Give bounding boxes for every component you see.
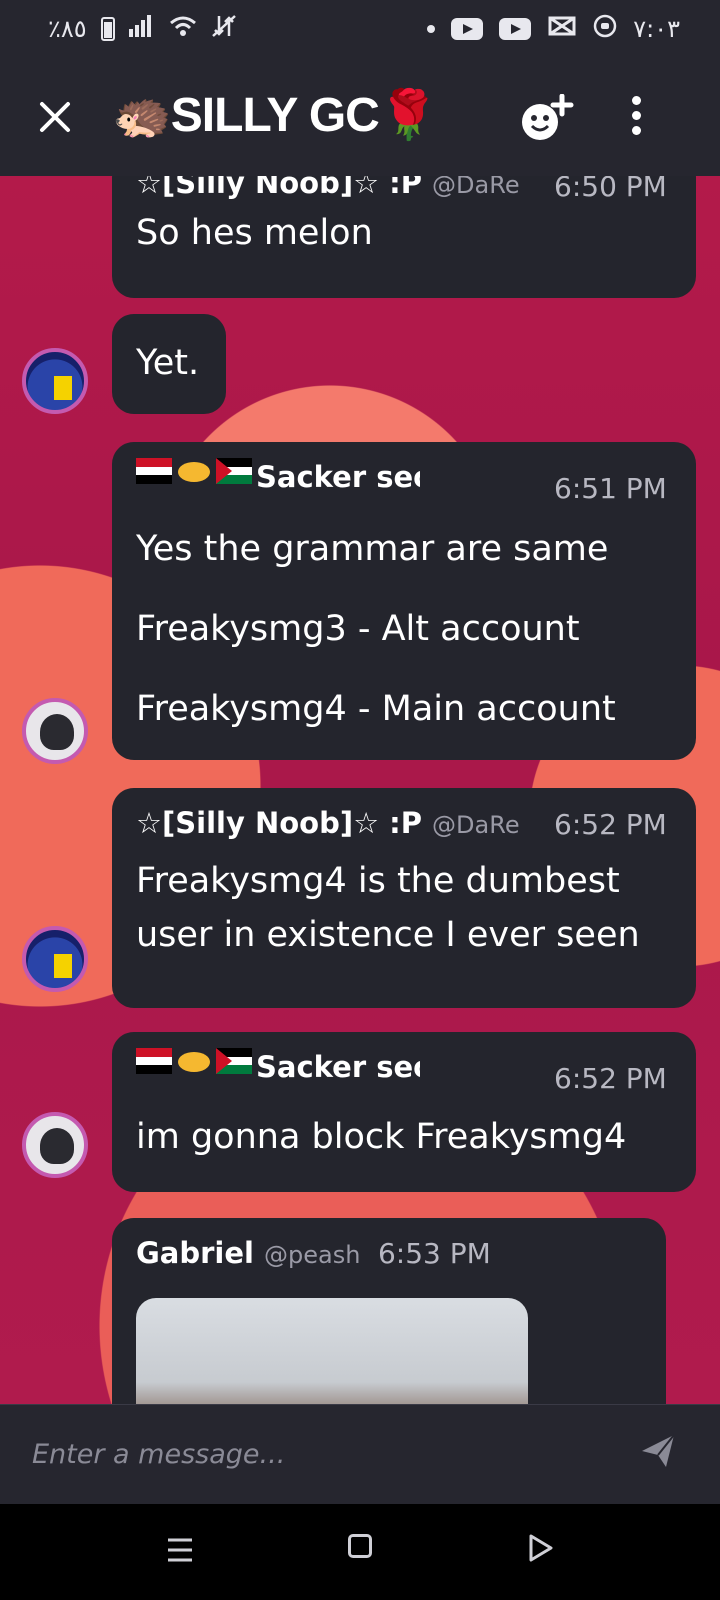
clock: ٧:٠٣ <box>633 15 680 43</box>
app-icon <box>593 14 617 44</box>
avatar[interactable] <box>22 926 88 992</box>
message-image[interactable] <box>136 1298 528 1404</box>
message-author[interactable]: Sacker sector bra <box>256 460 420 494</box>
flags-emoji <box>216 1048 252 1074</box>
handshake-emoji <box>176 458 212 484</box>
message-text: im gonna block Freakysmg4 <box>136 1117 627 1157</box>
wifi-icon <box>169 15 197 43</box>
message-bubble[interactable]: ☆[Silly Noob]☆ :P @DaRe 6:52 PM Freakysm… <box>112 788 696 1008</box>
home-button[interactable] <box>348 1534 372 1558</box>
status-left: ٪٨٥ <box>48 14 237 44</box>
message-time: 6:50 PM <box>554 176 667 203</box>
message-input[interactable] <box>32 1429 592 1479</box>
message-handle: @DaRe <box>432 176 520 199</box>
message-text: Freakysmg4 - Main account <box>136 689 616 729</box>
battery-icon <box>100 17 115 41</box>
message-text: Freakysmg3 - Alt account <box>136 609 580 649</box>
battery-percent: ٪٨٥ <box>48 15 87 43</box>
message-text: So hes melon <box>136 213 373 253</box>
message-meta: Gabriel @peash 6:53 PM <box>136 1236 491 1272</box>
menu-icon <box>168 1538 192 1562</box>
flags-emoji <box>216 458 252 484</box>
message-time: 6:53 PM <box>377 1237 491 1270</box>
avatar[interactable] <box>22 348 88 414</box>
message-text: user in existence I ever seen <box>136 915 640 955</box>
message-bubble[interactable]: Yet. <box>112 314 226 414</box>
message-author[interactable]: Sacker sector bra <box>256 1050 420 1084</box>
message-composer <box>0 1404 720 1504</box>
status-bar: ٪٨٥ ٧:٠٣ <box>0 0 720 66</box>
capcut-icon <box>547 14 577 44</box>
add-user-button[interactable] <box>520 93 574 144</box>
message-list[interactable]: ☆[Silly Noob]☆ :P @DaRe 6:50 PM So hes m… <box>0 176 720 1404</box>
status-right: ٧:٠٣ <box>427 14 680 44</box>
youtube-icon <box>499 18 532 40</box>
avatar[interactable] <box>22 698 88 764</box>
avatar[interactable] <box>22 1112 88 1178</box>
send-button[interactable] <box>640 1433 676 1469</box>
close-icon <box>40 102 70 132</box>
message-meta: ☆[Silly Noob]☆ :P @DaRe <box>136 176 520 202</box>
close-button[interactable] <box>30 92 80 142</box>
message-author[interactable]: Gabriel <box>136 1236 254 1270</box>
message-bubble[interactable]: Sacker sector bra 6:52 PM im gonna block… <box>112 1032 696 1192</box>
back-icon <box>529 1534 553 1562</box>
message-handle: @DaRe <box>432 811 520 839</box>
youtube-icon <box>451 18 484 40</box>
message-time: 6:52 PM <box>554 808 667 841</box>
message-meta: ☆[Silly Noob]☆ :P @DaRe <box>136 806 520 842</box>
back-button[interactable] <box>528 1534 554 1562</box>
message-text: Yes the grammar are same <box>136 529 609 569</box>
data-off-icon <box>211 14 237 44</box>
flags-emoji <box>136 1048 172 1074</box>
more-vertical-icon <box>631 96 641 105</box>
send-icon <box>642 1434 675 1467</box>
system-nav-bar <box>0 1504 720 1600</box>
flags-emoji <box>136 458 172 484</box>
message-author[interactable]: ☆[Silly Noob]☆ :P <box>136 806 422 840</box>
message-bubble[interactable]: Sacker sector bra 6:51 PM Yes the gramma… <box>112 442 696 760</box>
add-user-icon <box>522 93 574 140</box>
message-text: Freakysmg4 is the dumbest <box>136 861 620 901</box>
message-handle: @peash <box>263 1241 360 1269</box>
message-bubble[interactable]: ☆[Silly Noob]☆ :P @DaRe 6:50 PM So hes m… <box>112 176 696 298</box>
more-options-button[interactable] <box>626 96 646 146</box>
message-text: Yet. <box>136 343 200 383</box>
recent-apps-button[interactable] <box>166 1536 194 1564</box>
notification-dot-icon <box>427 25 436 33</box>
message-bubble[interactable]: Gabriel @peash 6:53 PM <box>112 1218 666 1404</box>
message-meta: Sacker sector bra <box>136 1048 420 1086</box>
signal-icon <box>128 15 155 43</box>
message-author[interactable]: ☆[Silly Noob]☆ :P <box>136 176 422 200</box>
message-time: 6:52 PM <box>554 1062 667 1095</box>
handshake-emoji <box>176 1048 212 1074</box>
message-meta: Sacker sector bra <box>136 458 420 496</box>
chat-header: 🦔SILLY GC🌹 <box>0 66 720 176</box>
top-bar: ٪٨٥ ٧:٠٣ 🦔SILLY GC🌹 <box>0 0 720 176</box>
chat-title[interactable]: 🦔SILLY GC🌹 <box>112 86 439 143</box>
message-time: 6:51 PM <box>554 472 667 505</box>
